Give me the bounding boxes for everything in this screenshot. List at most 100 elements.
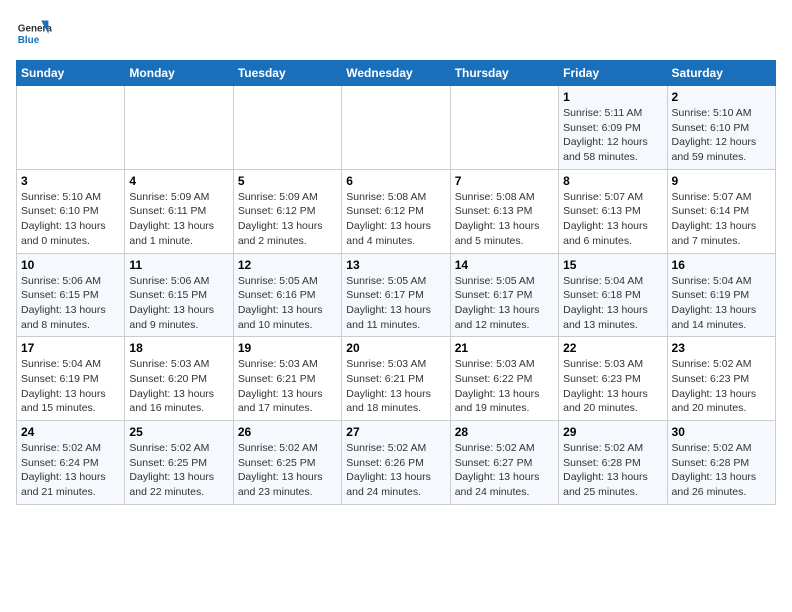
day-number: 20 <box>346 341 445 355</box>
day-info: Sunrise: 5:05 AM Sunset: 6:16 PM Dayligh… <box>238 274 337 333</box>
calendar-cell <box>342 86 450 170</box>
day-number: 22 <box>563 341 662 355</box>
weekday-header-thursday: Thursday <box>450 61 558 86</box>
day-number: 7 <box>455 174 554 188</box>
day-number: 23 <box>672 341 771 355</box>
calendar-cell: 25 Sunrise: 5:02 AM Sunset: 6:25 PM Dayli… <box>125 421 233 505</box>
day-info: Sunrise: 5:05 AM Sunset: 6:17 PM Dayligh… <box>346 274 445 333</box>
calendar-cell: 13 Sunrise: 5:05 AM Sunset: 6:17 PM Dayli… <box>342 253 450 337</box>
day-info: Sunrise: 5:03 AM Sunset: 6:21 PM Dayligh… <box>238 357 337 416</box>
day-info: Sunrise: 5:06 AM Sunset: 6:15 PM Dayligh… <box>129 274 228 333</box>
day-info: Sunrise: 5:02 AM Sunset: 6:23 PM Dayligh… <box>672 357 771 416</box>
weekday-header-monday: Monday <box>125 61 233 86</box>
day-info: Sunrise: 5:03 AM Sunset: 6:21 PM Dayligh… <box>346 357 445 416</box>
day-info: Sunrise: 5:04 AM Sunset: 6:19 PM Dayligh… <box>672 274 771 333</box>
day-number: 8 <box>563 174 662 188</box>
day-number: 14 <box>455 258 554 272</box>
day-number: 18 <box>129 341 228 355</box>
day-number: 29 <box>563 425 662 439</box>
week-row-5: 24 Sunrise: 5:02 AM Sunset: 6:24 PM Dayli… <box>17 421 776 505</box>
calendar-cell: 26 Sunrise: 5:02 AM Sunset: 6:25 PM Dayli… <box>233 421 341 505</box>
day-info: Sunrise: 5:03 AM Sunset: 6:23 PM Dayligh… <box>563 357 662 416</box>
week-row-2: 3 Sunrise: 5:10 AM Sunset: 6:10 PM Daylig… <box>17 169 776 253</box>
day-number: 30 <box>672 425 771 439</box>
weekday-header-saturday: Saturday <box>667 61 775 86</box>
calendar-cell: 21Sunrise: 5:03 AM Sunset: 6:22 PM Dayli… <box>450 337 558 421</box>
calendar-cell: 27 Sunrise: 5:02 AM Sunset: 6:26 PM Dayli… <box>342 421 450 505</box>
day-number: 26 <box>238 425 337 439</box>
day-number: 16 <box>672 258 771 272</box>
day-number: 10 <box>21 258 120 272</box>
day-number: 6 <box>346 174 445 188</box>
day-info: Sunrise: 5:11 AM Sunset: 6:09 PM Dayligh… <box>563 106 662 165</box>
weekday-header-sunday: Sunday <box>17 61 125 86</box>
day-info: Sunrise: 5:05 AM Sunset: 6:17 PM Dayligh… <box>455 274 554 333</box>
day-number: 13 <box>346 258 445 272</box>
day-number: 11 <box>129 258 228 272</box>
calendar-cell: 1Sunrise: 5:11 AM Sunset: 6:09 PM Daylig… <box>559 86 667 170</box>
calendar-cell: 30 Sunrise: 5:02 AM Sunset: 6:28 PM Dayli… <box>667 421 775 505</box>
calendar-cell: 8 Sunrise: 5:07 AM Sunset: 6:13 PM Daylig… <box>559 169 667 253</box>
calendar-cell: 23 Sunrise: 5:02 AM Sunset: 6:23 PM Dayli… <box>667 337 775 421</box>
day-info: Sunrise: 5:02 AM Sunset: 6:26 PM Dayligh… <box>346 441 445 500</box>
day-number: 12 <box>238 258 337 272</box>
calendar-cell: 9 Sunrise: 5:07 AM Sunset: 6:14 PM Daylig… <box>667 169 775 253</box>
day-info: Sunrise: 5:02 AM Sunset: 6:25 PM Dayligh… <box>238 441 337 500</box>
day-info: Sunrise: 5:07 AM Sunset: 6:13 PM Dayligh… <box>563 190 662 249</box>
logo-icon: GeneralBlue <box>16 16 52 52</box>
svg-text:Blue: Blue <box>18 35 40 46</box>
day-info: Sunrise: 5:08 AM Sunset: 6:13 PM Dayligh… <box>455 190 554 249</box>
calendar-cell <box>17 86 125 170</box>
calendar-cell: 7 Sunrise: 5:08 AM Sunset: 6:13 PM Daylig… <box>450 169 558 253</box>
week-row-1: 1Sunrise: 5:11 AM Sunset: 6:09 PM Daylig… <box>17 86 776 170</box>
calendar-cell: 15 Sunrise: 5:04 AM Sunset: 6:18 PM Dayli… <box>559 253 667 337</box>
day-info: Sunrise: 5:02 AM Sunset: 6:28 PM Dayligh… <box>563 441 662 500</box>
calendar-cell: 4 Sunrise: 5:09 AM Sunset: 6:11 PM Daylig… <box>125 169 233 253</box>
calendar-cell: 17 Sunrise: 5:04 AM Sunset: 6:19 PM Dayli… <box>17 337 125 421</box>
day-info: Sunrise: 5:04 AM Sunset: 6:18 PM Dayligh… <box>563 274 662 333</box>
day-info: Sunrise: 5:10 AM Sunset: 6:10 PM Dayligh… <box>21 190 120 249</box>
calendar-cell: 16 Sunrise: 5:04 AM Sunset: 6:19 PM Dayli… <box>667 253 775 337</box>
day-info: Sunrise: 5:08 AM Sunset: 6:12 PM Dayligh… <box>346 190 445 249</box>
calendar-cell <box>450 86 558 170</box>
calendar-cell: 29 Sunrise: 5:02 AM Sunset: 6:28 PM Dayli… <box>559 421 667 505</box>
weekday-header-wednesday: Wednesday <box>342 61 450 86</box>
calendar-cell: 18 Sunrise: 5:03 AM Sunset: 6:20 PM Dayli… <box>125 337 233 421</box>
day-number: 15 <box>563 258 662 272</box>
day-info: Sunrise: 5:03 AM Sunset: 6:20 PM Dayligh… <box>129 357 228 416</box>
calendar-table: SundayMondayTuesdayWednesdayThursdayFrid… <box>16 60 776 505</box>
day-number: 21 <box>455 341 554 355</box>
calendar-cell: 5 Sunrise: 5:09 AM Sunset: 6:12 PM Daylig… <box>233 169 341 253</box>
day-info: Sunrise: 5:07 AM Sunset: 6:14 PM Dayligh… <box>672 190 771 249</box>
calendar-cell: 6 Sunrise: 5:08 AM Sunset: 6:12 PM Daylig… <box>342 169 450 253</box>
day-info: Sunrise: 5:02 AM Sunset: 6:27 PM Dayligh… <box>455 441 554 500</box>
day-number: 17 <box>21 341 120 355</box>
day-info: Sunrise: 5:09 AM Sunset: 6:12 PM Dayligh… <box>238 190 337 249</box>
weekday-header-tuesday: Tuesday <box>233 61 341 86</box>
calendar-cell: 19 Sunrise: 5:03 AM Sunset: 6:21 PM Dayli… <box>233 337 341 421</box>
day-number: 25 <box>129 425 228 439</box>
day-info: Sunrise: 5:04 AM Sunset: 6:19 PM Dayligh… <box>21 357 120 416</box>
week-row-4: 17 Sunrise: 5:04 AM Sunset: 6:19 PM Dayli… <box>17 337 776 421</box>
week-row-3: 10 Sunrise: 5:06 AM Sunset: 6:15 PM Dayli… <box>17 253 776 337</box>
calendar-cell: 10Sunrise: 5:06 AM Sunset: 6:15 PM Dayli… <box>17 253 125 337</box>
day-number: 19 <box>238 341 337 355</box>
weekday-header-row: SundayMondayTuesdayWednesdayThursdayFrid… <box>17 61 776 86</box>
day-number: 27 <box>346 425 445 439</box>
day-info: Sunrise: 5:09 AM Sunset: 6:11 PM Dayligh… <box>129 190 228 249</box>
day-number: 2 <box>672 90 771 104</box>
calendar-cell: 24 Sunrise: 5:02 AM Sunset: 6:24 PM Dayli… <box>17 421 125 505</box>
day-info: Sunrise: 5:02 AM Sunset: 6:28 PM Dayligh… <box>672 441 771 500</box>
day-number: 4 <box>129 174 228 188</box>
day-info: Sunrise: 5:02 AM Sunset: 6:24 PM Dayligh… <box>21 441 120 500</box>
weekday-header-friday: Friday <box>559 61 667 86</box>
day-number: 9 <box>672 174 771 188</box>
day-info: Sunrise: 5:02 AM Sunset: 6:25 PM Dayligh… <box>129 441 228 500</box>
day-number: 3 <box>21 174 120 188</box>
calendar-cell <box>125 86 233 170</box>
calendar-cell: 20 Sunrise: 5:03 AM Sunset: 6:21 PM Dayli… <box>342 337 450 421</box>
day-number: 5 <box>238 174 337 188</box>
calendar-cell <box>233 86 341 170</box>
page-header: GeneralBlue <box>16 16 776 52</box>
day-number: 24 <box>21 425 120 439</box>
